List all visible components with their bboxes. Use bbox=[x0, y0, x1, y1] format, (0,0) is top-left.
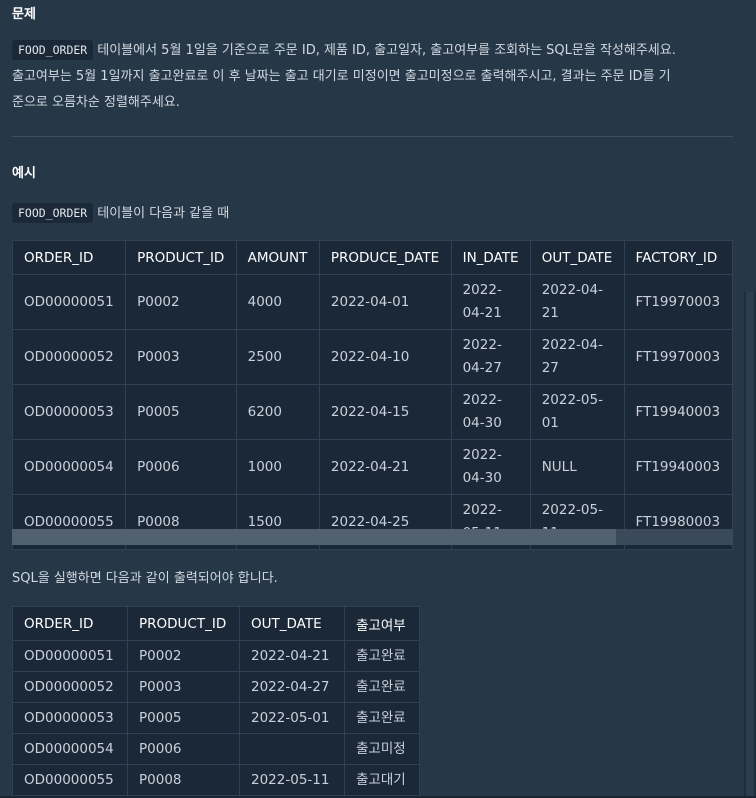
table-row: OD00000055 P0008 2022-05-11 출고대기 bbox=[12, 764, 420, 796]
table-row: OD00000053 P0005 6200 2022-04-15 2022-04… bbox=[12, 384, 733, 440]
vertical-scrollbar-thumb[interactable] bbox=[746, 292, 754, 796]
table-cell: FT19940003 bbox=[623, 384, 733, 440]
table-cell: 2022-04-21 bbox=[239, 640, 345, 672]
horizontal-scrollbar-thumb[interactable] bbox=[12, 529, 616, 545]
table-cell: P0008 bbox=[127, 764, 240, 796]
table-header-row: ORDER_ID PRODUCT_ID AMOUNT PRODUCE_DATE … bbox=[12, 240, 733, 275]
problem-line-2: 출고여부는 5월 1일까지 출고완료로 이 후 날짜는 출고 대기로 미정이면 … bbox=[12, 69, 671, 84]
problem-heading: 문제 bbox=[12, 7, 36, 22]
result-table: ORDER_ID PRODUCT_ID OUT_DATE 출고여부 OD0000… bbox=[12, 606, 420, 796]
table-cell: 2022-05-11 bbox=[239, 764, 345, 796]
table-cell: OD00000054 bbox=[12, 733, 128, 765]
table-cell: 2022-04-21 bbox=[318, 439, 452, 495]
table-cell: FT19970003 bbox=[623, 329, 733, 385]
table-row: OD00000051 P0002 2022-04-21 출고완료 bbox=[12, 640, 420, 672]
table-cell: P0003 bbox=[127, 671, 240, 703]
example-heading: 예시 bbox=[12, 166, 36, 181]
problem-line-3: 준으로 오름차순 정렬해주세요. bbox=[12, 95, 180, 110]
table-header-row: ORDER_ID PRODUCT_ID OUT_DATE 출고여부 bbox=[12, 606, 420, 641]
table-cell: 2022-04-30 bbox=[450, 439, 531, 495]
table-cell: OD00000052 bbox=[12, 329, 127, 385]
table-cell: OD00000053 bbox=[12, 702, 128, 734]
table-row: OD00000052 P0003 2500 2022-04-10 2022-04… bbox=[12, 329, 733, 385]
column-header: ORDER_ID bbox=[12, 606, 128, 641]
table-row: OD00000052 P0003 2022-04-27 출고완료 bbox=[12, 671, 420, 703]
column-header: IN_DATE bbox=[450, 240, 531, 275]
table-cell: P0005 bbox=[125, 384, 237, 440]
table-cell: P0002 bbox=[127, 640, 240, 672]
table-row: OD00000054 P0006 출고미정 bbox=[12, 733, 420, 765]
table-cell: 2022-04-21 bbox=[529, 274, 625, 330]
table-cell: 2022-04-27 bbox=[239, 671, 345, 703]
column-header: OUT_DATE bbox=[239, 606, 345, 641]
table-name-tag: FOOD_ORDER bbox=[12, 203, 94, 223]
table-cell: P0003 bbox=[125, 329, 237, 385]
table-cell: 1000 bbox=[235, 439, 320, 495]
column-header: PRODUCT_ID bbox=[125, 240, 237, 275]
table-cell: OD00000055 bbox=[12, 764, 128, 796]
table-cell bbox=[239, 733, 345, 765]
section-divider bbox=[12, 136, 733, 137]
vertical-scrollbar[interactable] bbox=[744, 292, 756, 796]
column-header: ORDER_ID bbox=[12, 240, 127, 275]
table-cell: OD00000051 bbox=[12, 640, 128, 672]
table-cell: 출고완료 bbox=[344, 640, 420, 672]
table-cell: 2022-05-01 bbox=[239, 702, 345, 734]
column-header: 출고여부 bbox=[344, 606, 420, 641]
table-cell: OD00000054 bbox=[12, 439, 127, 495]
table-cell: OD00000051 bbox=[12, 274, 127, 330]
table-cell: OD00000052 bbox=[12, 671, 128, 703]
table-row: OD00000053 P0005 2022-05-01 출고완료 bbox=[12, 702, 420, 734]
table-cell: 출고대기 bbox=[344, 764, 420, 796]
problem-description: 문제 FOOD_ORDER 테이블에서 5월 1일을 기준으로 주문 ID, 제품… bbox=[12, 0, 733, 796]
table-cell: 출고완료 bbox=[344, 702, 420, 734]
table-cell: 출고미정 bbox=[344, 733, 420, 765]
column-header: FACTORY_ID bbox=[623, 240, 733, 275]
table-cell: NULL bbox=[529, 439, 625, 495]
problem-text: FOOD_ORDER 테이블에서 5월 1일을 기준으로 주문 ID, 제품 ID… bbox=[12, 37, 733, 116]
column-header: PRODUCT_ID bbox=[127, 606, 240, 641]
result-intro: SQL을 실행하면 다음과 같이 출력되어야 합니다. bbox=[12, 571, 278, 586]
table-cell: 2022-04-21 bbox=[450, 274, 531, 330]
table-row: OD00000054 P0006 1000 2022-04-21 2022-04… bbox=[12, 439, 733, 495]
table-cell: 2022-04-15 bbox=[318, 384, 452, 440]
table-cell: 4000 bbox=[235, 274, 320, 330]
table-cell: P0002 bbox=[125, 274, 237, 330]
table-cell: FT19940003 bbox=[623, 439, 733, 495]
table-cell: 2022-04-27 bbox=[529, 329, 625, 385]
column-header: OUT_DATE bbox=[529, 240, 625, 275]
table-cell: P0005 bbox=[127, 702, 240, 734]
example-intro-text: 테이블이 다음과 같을 때 bbox=[97, 206, 230, 221]
column-header: PRODUCE_DATE bbox=[318, 240, 452, 275]
horizontal-scrollbar[interactable] bbox=[12, 529, 733, 545]
example-table-container[interactable]: ORDER_ID PRODUCT_ID AMOUNT PRODUCE_DATE … bbox=[12, 240, 733, 560]
table-cell: 2022-04-01 bbox=[318, 274, 452, 330]
problem-line-1: 테이블에서 5월 1일을 기준으로 주문 ID, 제품 ID, 출고일자, 출고… bbox=[97, 43, 676, 58]
table-cell: 6200 bbox=[235, 384, 320, 440]
table-name-tag: FOOD_ORDER bbox=[12, 40, 94, 60]
example-intro: FOOD_ORDER 테이블이 다음과 같을 때 bbox=[12, 202, 733, 226]
table-cell: 2022-04-27 bbox=[450, 329, 531, 385]
table-row: OD00000051 P0002 4000 2022-04-01 2022-04… bbox=[12, 274, 733, 330]
table-cell: 2022-05-01 bbox=[529, 384, 625, 440]
table-cell: 출고완료 bbox=[344, 671, 420, 703]
table-cell: P0006 bbox=[125, 439, 237, 495]
example-table: ORDER_ID PRODUCT_ID AMOUNT PRODUCE_DATE … bbox=[12, 240, 733, 550]
table-cell: 2022-04-30 bbox=[450, 384, 531, 440]
table-cell: 2500 bbox=[235, 329, 320, 385]
table-cell: P0006 bbox=[127, 733, 240, 765]
column-header: AMOUNT bbox=[235, 240, 320, 275]
table-cell: 2022-04-10 bbox=[318, 329, 452, 385]
table-cell: FT19970003 bbox=[623, 274, 733, 330]
table-cell: OD00000053 bbox=[12, 384, 127, 440]
